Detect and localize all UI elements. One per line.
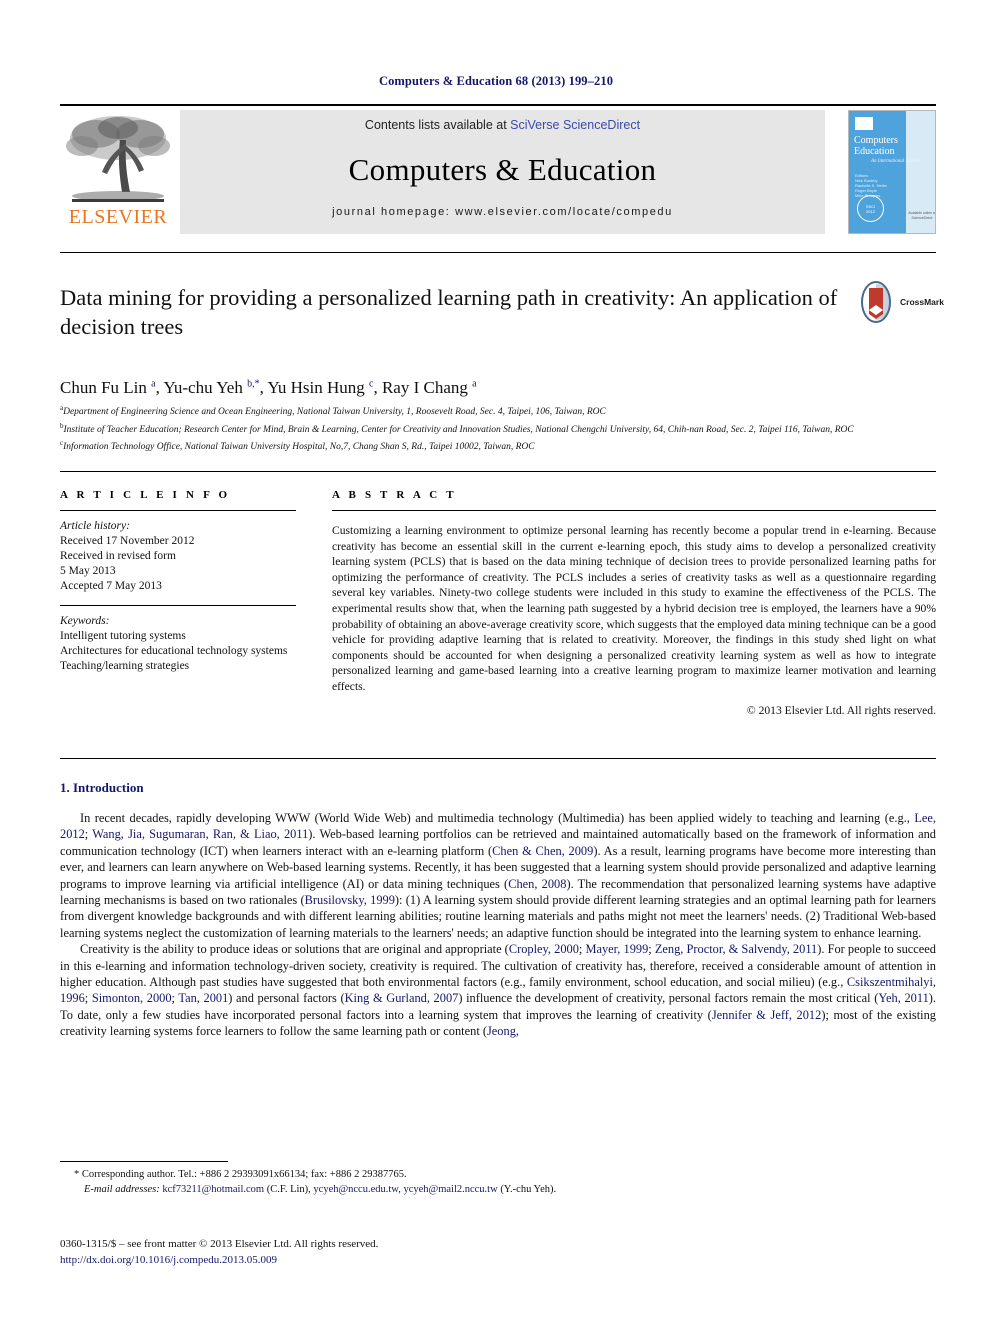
affiliation-b: bInstitute of Teacher Education; Researc…	[60, 420, 936, 438]
elsevier-wordmark: ELSEVIER	[68, 206, 168, 228]
keyword-0: Intelligent tutoring systems	[60, 630, 186, 642]
footnote-rule	[60, 1161, 228, 1162]
keywords-label: Keywords:	[60, 615, 110, 627]
cover-seal-icon: SSCI 2012	[857, 195, 884, 222]
abstract-text: Customizing a learning environment to op…	[332, 524, 936, 693]
article-history: Article history: Received 17 November 20…	[60, 519, 296, 594]
sciencedirect-link[interactable]: SciVerse ScienceDirect	[510, 118, 640, 132]
journal-cover-thumbnail: Computers Education An International Jou…	[848, 110, 936, 234]
history-line-0: Received 17 November 2012	[60, 535, 195, 547]
imprint-block: 0360-1315/$ – see front matter © 2013 El…	[60, 1237, 936, 1268]
doi-link[interactable]: http://dx.doi.org/10.1016/j.compedu.2013…	[60, 1253, 936, 1269]
article-page: Computers & Education 68 (2013) 199–210 …	[0, 0, 992, 1323]
crossmark-icon	[861, 281, 891, 323]
introduction-body: In recent decades, rapidly developing WW…	[60, 810, 936, 1040]
journal-masthead: Contents lists available at SciVerse Sci…	[180, 110, 825, 234]
author-list: Chun Fu Lin a, Yu-chu Yeh b,*, Yu Hsin H…	[60, 378, 477, 397]
affiliation-c: cInformation Technology Office, National…	[60, 437, 936, 455]
affiliation-list: aDepartment of Engineering Science and O…	[60, 402, 936, 455]
abstract-rule	[332, 510, 936, 511]
affiliation-a: aDepartment of Engineering Science and O…	[60, 402, 936, 420]
footnote-block: * Corresponding author. Tel.: +886 2 293…	[60, 1167, 936, 1197]
keywords-rule	[60, 605, 296, 606]
email-addresses-note[interactable]: E-mail addresses: kcf73211@hotmail.com (…	[60, 1182, 936, 1197]
section-heading-introduction: 1. Introduction	[60, 780, 144, 795]
article-info-column: A R T I C L E I N F O Article history: R…	[60, 489, 296, 674]
affiliation-text-b: Institute of Teacher Education; Research…	[63, 424, 854, 435]
elsevier-logo: ELSEVIER	[62, 110, 174, 234]
cover-elsevier-mark-icon	[855, 117, 873, 130]
cover-title-line1: Computers	[854, 135, 898, 146]
crossmark-badge[interactable]: CrossMark	[855, 281, 944, 325]
elsevier-tree-icon	[66, 116, 170, 202]
running-head: Computers & Education 68 (2013) 199–210	[378, 74, 614, 88]
history-line-1: Received in revised form	[60, 550, 176, 562]
contents-prefix: Contents lists available at	[364, 118, 511, 132]
journal-homepage-line[interactable]: journal homepage: www.elsevier.com/locat…	[180, 206, 825, 218]
abstract-column: A B S T R A C T Customizing a learning e…	[332, 489, 936, 717]
contents-lists-line: Contents lists available at SciVerse Sci…	[180, 118, 825, 132]
journal-title: Computers & Education	[348, 152, 657, 187]
cover-seal-text: SSCI 2012	[865, 204, 876, 214]
header-bottom-rule	[60, 252, 936, 253]
article-info-heading: A R T I C L E I N F O	[60, 489, 231, 501]
intro-paragraph-1: In recent decades, rapidly developing WW…	[60, 811, 936, 940]
imprint-line: 0360-1315/$ – see front matter © 2013 El…	[60, 1238, 379, 1250]
article-title: Data mining for providing a personalized…	[60, 285, 838, 339]
abstract-block-bottom-rule	[60, 758, 936, 759]
keyword-1: Architectures for educational technology…	[60, 645, 288, 657]
keywords-list: Keywords: Intelligent tutoring systems A…	[60, 614, 296, 674]
article-info-rule	[60, 510, 296, 511]
history-line-2: 5 May 2013	[60, 565, 116, 577]
cover-footer-text: Available online at ScienceDirect	[908, 211, 936, 220]
header-top-rule	[60, 104, 936, 106]
abstract-heading: A B S T R A C T	[332, 489, 457, 501]
article-history-label: Article history:	[60, 520, 130, 532]
cover-subtitle: An International Journal	[871, 159, 921, 164]
cover-title: Computers Education	[854, 135, 898, 157]
history-line-3: Accepted 7 May 2013	[60, 580, 162, 592]
abstract-block-top-rule	[60, 471, 936, 472]
cover-title-line2: Education	[854, 146, 895, 157]
crossmark-label: CrossMark	[900, 297, 944, 307]
keyword-2: Teaching/learning strategies	[60, 660, 190, 672]
intro-paragraph-2: Creativity is the ability to produce ide…	[60, 942, 936, 1039]
abstract-copyright: © 2013 Elsevier Ltd. All rights reserved…	[746, 703, 936, 717]
affiliation-text-c: Information Technology Office, National …	[63, 442, 535, 453]
corresponding-author-note: * Corresponding author. Tel.: +886 2 293…	[74, 1169, 407, 1180]
affiliation-text-a: Department of Engineering Science and Oc…	[63, 407, 606, 418]
